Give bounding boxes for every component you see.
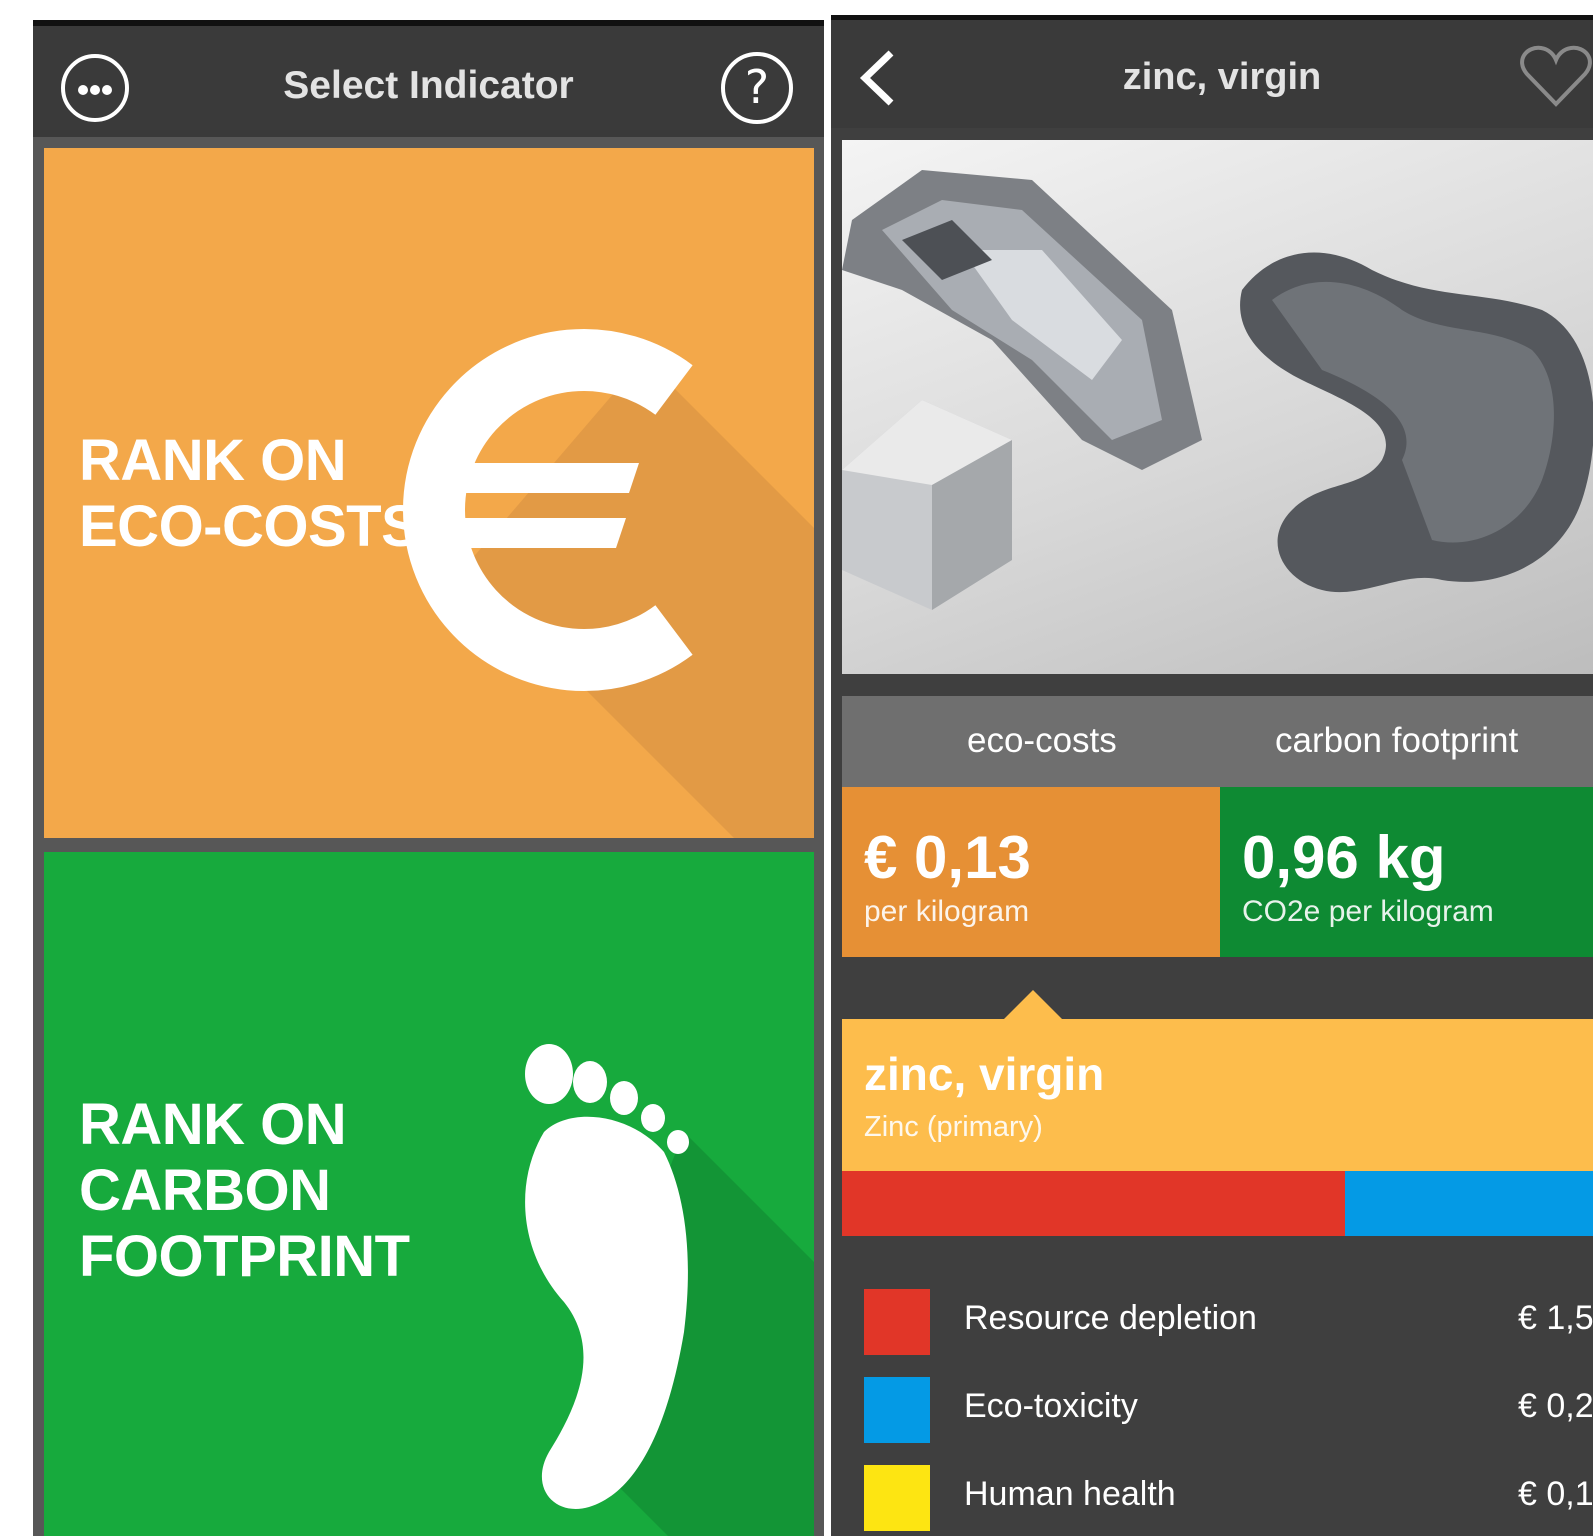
legend-value: € 1,5 <box>1518 1299 1593 1337</box>
question-icon[interactable]: ? <box>721 52 793 124</box>
legend-value: € 0,1 <box>1518 1475 1593 1513</box>
human-health-swatch <box>864 1465 930 1531</box>
app-bar: zinc, virgin <box>831 15 1593 128</box>
page-title: Select Indicator <box>283 64 574 107</box>
eco-costs-unit: per kilogram <box>864 895 1030 928</box>
eco-costs-value: € 0,13 <box>864 824 1031 891</box>
indicator-tabs: eco-costs carbon footprint <box>842 696 1593 787</box>
legend-label: Human health <box>964 1475 1176 1513</box>
tab-eco-costs[interactable]: eco-costs <box>967 721 1117 761</box>
page-title: zinc, virgin <box>1122 56 1322 98</box>
legend-label: Resource depletion <box>964 1299 1257 1337</box>
material-name: zinc, virgin <box>864 1048 1105 1100</box>
carbon-footprint-value: 0,96 kg <box>1242 824 1446 891</box>
material-card[interactable]: zinc, virgin Zinc (primary) <box>842 1019 1593 1171</box>
material-subtitle: Zinc (primary) <box>864 1111 1043 1143</box>
eco-costs-value-box[interactable]: € 0,13 per kilogram <box>842 787 1220 957</box>
indicator-values: € 0,13 per kilogram 0,96 kg CO2e per kil… <box>842 787 1593 957</box>
zinc-photo-image <box>842 170 1593 610</box>
legend-item: Eco-toxicity € 0,2 <box>864 1377 1593 1443</box>
eco-toxicity-swatch <box>864 1377 930 1443</box>
legend-item: Resource depletion € 1,5 <box>864 1289 1593 1355</box>
app-bar: Select Indicator ? <box>33 20 824 137</box>
heart-outline-icon[interactable] <box>1519 44 1593 108</box>
breakdown-bar <box>842 1171 1593 1236</box>
carbon-footprint-unit: CO2e per kilogram <box>1242 895 1494 928</box>
legend-value: € 0,2 <box>1518 1387 1593 1425</box>
rank-carbon-footprint-tile[interactable]: RANK ON CARBON FOOTPRINT <box>44 852 814 1536</box>
tab-carbon-footprint[interactable]: carbon footprint <box>1275 721 1518 761</box>
carbon-footprint-value-box[interactable]: 0,96 kg CO2e per kilogram <box>1220 787 1593 957</box>
legend-item: Human health € 0,1 <box>864 1465 1593 1531</box>
resource-depletion-segment <box>842 1171 1345 1236</box>
selection-pointer <box>1004 990 1062 1019</box>
material-photo <box>842 140 1593 674</box>
tile-label: RANK ON CARBON FOOTPRINT <box>79 1092 410 1289</box>
legend-label: Eco-toxicity <box>964 1387 1138 1425</box>
tile-label: RANK ON ECO-COSTS <box>79 428 420 559</box>
eco-toxicity-segment <box>1345 1171 1593 1236</box>
resource-depletion-swatch <box>864 1289 930 1355</box>
select-indicator-screen: Select Indicator ? RANK ON ECO-COSTS RAN… <box>33 20 824 1536</box>
rank-eco-costs-tile[interactable]: RANK ON ECO-COSTS <box>44 148 814 838</box>
